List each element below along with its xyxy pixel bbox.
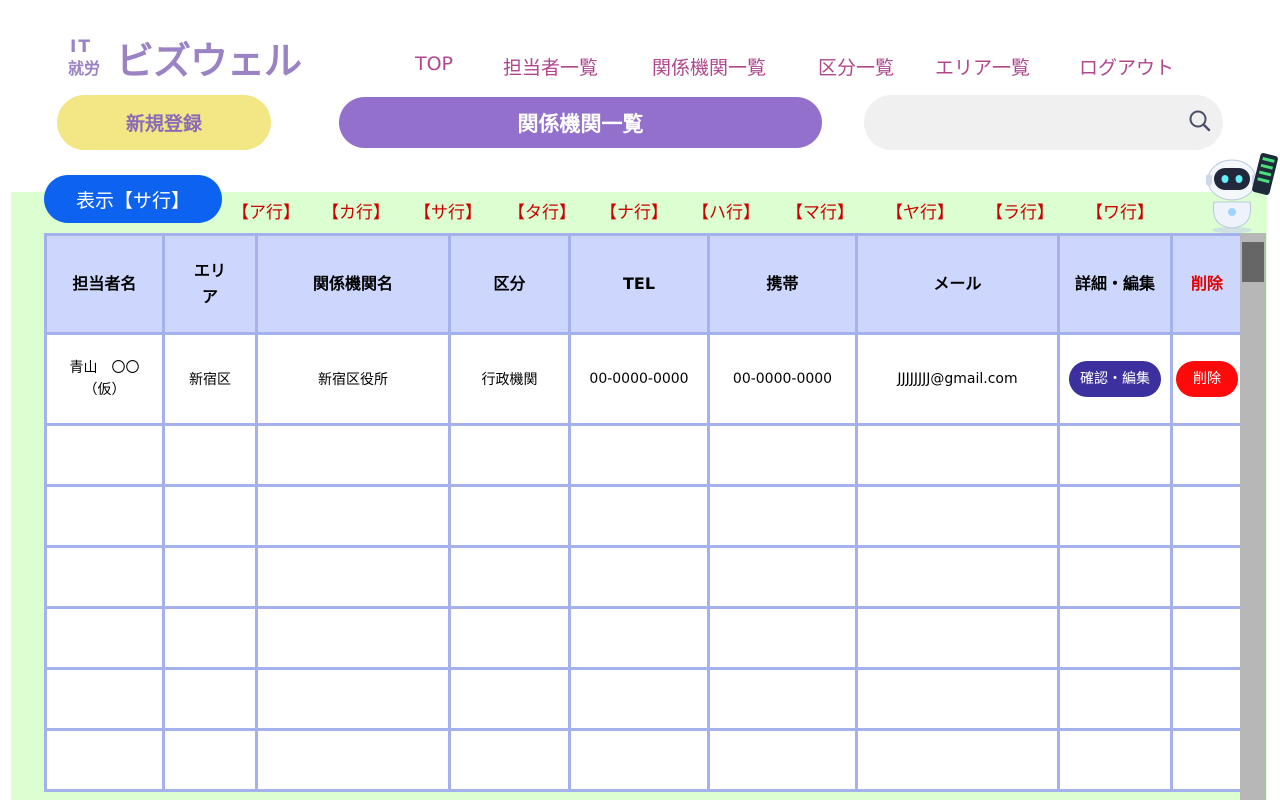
header-area: エリア	[162, 233, 258, 335]
table-row-empty	[44, 545, 1241, 609]
header-edit: 詳細・編集	[1057, 233, 1173, 335]
cell-edit: 確認・編集	[1057, 332, 1173, 426]
kana-filter-ha[interactable]: 【ハ行】	[692, 198, 760, 223]
kana-filter-ta[interactable]: 【タ行】	[508, 198, 576, 223]
nav-item-staff-list[interactable]: 担当者一覧	[503, 53, 598, 80]
new-registration-button[interactable]: 新規登録	[57, 95, 271, 150]
scrollbar-thumb[interactable]	[1242, 242, 1264, 282]
logo-shuro-text: 就労	[68, 59, 101, 78]
search-bar	[864, 95, 1223, 150]
search-input[interactable]	[886, 105, 1176, 139]
cell-agency: 新宿区役所	[255, 332, 451, 426]
page-title: 関係機関一覧	[339, 97, 822, 148]
delete-button[interactable]: 削除	[1176, 361, 1238, 397]
kana-filter-a[interactable]: 【ア行】	[232, 198, 300, 223]
kana-filter-ya[interactable]: 【ヤ行】	[886, 198, 954, 223]
header-edit-label: 詳細・編集	[1074, 274, 1155, 293]
header-email: メール	[855, 233, 1060, 335]
table-row-empty	[44, 728, 1241, 792]
table-scrollbar[interactable]	[1240, 233, 1266, 800]
table-row-empty	[44, 423, 1241, 487]
agency-table-container: 担当者名 エリア 関係機関名 区分 TEL 携帯 メール 詳細・編集 削除 青山…	[44, 233, 1241, 800]
header-person: 担当者名	[44, 233, 165, 335]
table-header-row: 担当者名 エリア 関係機関名 区分 TEL 携帯 メール 詳細・編集 削除	[44, 233, 1241, 335]
search-icon[interactable]	[1187, 108, 1213, 134]
confirm-edit-button[interactable]: 確認・編集	[1069, 361, 1161, 397]
header-area-label: エリア	[193, 261, 226, 306]
header-category: 区分	[448, 233, 571, 335]
table-row-empty	[44, 484, 1241, 548]
nav-item-agency-list[interactable]: 関係機関一覧	[652, 53, 766, 80]
agency-table: 担当者名 エリア 関係機関名 区分 TEL 携帯 メール 詳細・編集 削除 青山…	[44, 233, 1241, 792]
kana-filter-sa[interactable]: 【サ行】	[414, 198, 482, 223]
logo-it-text: IT	[70, 37, 92, 57]
nav-item-area-list[interactable]: エリア一覧	[935, 53, 1030, 80]
header-mobile: 携帯	[707, 233, 858, 335]
header-delete: 削除	[1170, 233, 1241, 335]
kana-filter-na[interactable]: 【ナ行】	[600, 198, 668, 223]
nav-item-top[interactable]: TOP	[415, 53, 453, 75]
logo[interactable]: IT 就労 ビズウェル	[68, 37, 308, 84]
cell-delete: 削除	[1170, 332, 1241, 426]
kana-filter-ra[interactable]: 【ラ行】	[986, 198, 1054, 223]
display-filter-button[interactable]: 表示【サ行】	[44, 175, 222, 223]
nav-item-category-list[interactable]: 区分一覧	[818, 53, 894, 80]
cell-person: 青山 〇〇（仮）	[44, 332, 165, 426]
header-agency: 関係機関名	[255, 233, 451, 335]
cell-mobile: 00-0000-0000	[707, 332, 858, 426]
table-row-empty	[44, 606, 1241, 670]
nav-item-logout[interactable]: ログアウト	[1079, 53, 1174, 80]
cell-tel: 00-0000-0000	[568, 332, 710, 426]
robot-mascot-icon	[1206, 153, 1278, 233]
header-tel: TEL	[568, 233, 710, 335]
logo-main-text: ビズウェル	[116, 39, 302, 83]
cell-person-text: 青山 〇〇（仮）	[69, 360, 140, 398]
kana-filter-ma[interactable]: 【マ行】	[786, 198, 854, 223]
cell-category: 行政機関	[448, 332, 571, 426]
table-row: 青山 〇〇（仮） 新宿区 新宿区役所 行政機関 00-0000-0000 00-…	[44, 332, 1241, 426]
kana-filter-ka[interactable]: 【カ行】	[322, 198, 390, 223]
table-row-empty	[44, 667, 1241, 731]
kana-filter-wa[interactable]: 【ワ行】	[1086, 198, 1154, 223]
cell-email: JJJJJJJJ@gmail.com	[855, 332, 1060, 426]
cell-area: 新宿区	[162, 332, 258, 426]
